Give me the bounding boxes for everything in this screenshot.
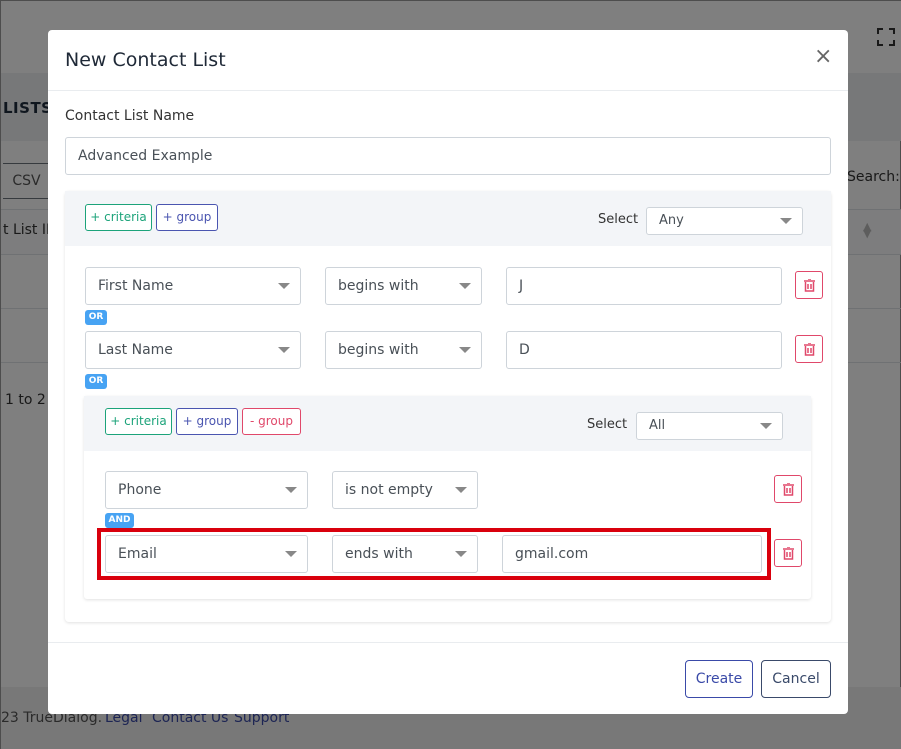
add-group-button[interactable]: + group bbox=[176, 408, 238, 435]
rule-field-select[interactable]: First Name bbox=[85, 267, 301, 305]
delete-rule-button[interactable] bbox=[795, 335, 823, 363]
delete-rule-button[interactable] bbox=[774, 475, 802, 503]
root-match-select-value: Any bbox=[659, 213, 684, 228]
chevron-down-icon bbox=[780, 218, 792, 224]
add-criteria-button[interactable]: + criteria bbox=[85, 204, 152, 231]
rule-field-value: Phone bbox=[118, 482, 162, 498]
or-connector-badge: OR bbox=[85, 310, 107, 325]
modal-footer: Create Cancel bbox=[48, 642, 848, 714]
chevron-down-icon bbox=[278, 283, 290, 289]
root-select-label: Select bbox=[598, 212, 639, 227]
trash-icon bbox=[804, 279, 815, 292]
rule-operator-value: begins with bbox=[338, 342, 419, 358]
modal-header: New Contact List × bbox=[48, 30, 848, 91]
rule-operator-select[interactable]: begins with bbox=[325, 331, 482, 369]
close-icon[interactable]: × bbox=[814, 46, 832, 68]
rule-value-input[interactable]: D bbox=[506, 331, 782, 369]
chevron-down-icon bbox=[455, 487, 467, 493]
add-criteria-button[interactable]: + criteria bbox=[105, 408, 172, 435]
chevron-down-icon bbox=[278, 347, 290, 353]
new-contact-list-modal: New Contact List × Contact List Name Adv… bbox=[48, 30, 848, 714]
trash-icon bbox=[783, 483, 794, 496]
remove-group-button[interactable]: - group bbox=[242, 408, 301, 435]
root-match-select[interactable]: Any bbox=[646, 207, 803, 235]
rule-operator-value: is not empty bbox=[345, 482, 433, 498]
rule-value-input[interactable]: J bbox=[506, 267, 782, 305]
rule-operator-select[interactable]: begins with bbox=[325, 267, 482, 305]
rule-operator-select[interactable]: is not empty bbox=[332, 471, 478, 509]
rule-field-select[interactable]: Phone bbox=[105, 471, 308, 509]
contact-list-name-input[interactable]: Advanced Example bbox=[65, 137, 831, 175]
rule-field-value: Last Name bbox=[98, 342, 173, 358]
sub-select-label: Select bbox=[587, 417, 628, 432]
contact-list-name-label: Contact List Name bbox=[65, 108, 195, 124]
sub-match-select[interactable]: All bbox=[636, 412, 783, 440]
and-connector-badge: AND bbox=[105, 513, 134, 528]
chevron-down-icon bbox=[459, 283, 471, 289]
chevron-down-icon bbox=[459, 347, 471, 353]
trash-icon bbox=[804, 343, 815, 356]
or-connector-badge: OR bbox=[85, 374, 107, 389]
create-button[interactable]: Create bbox=[685, 660, 753, 698]
delete-rule-button[interactable] bbox=[774, 539, 802, 567]
sub-match-select-value: All bbox=[649, 418, 666, 433]
add-group-button[interactable]: + group bbox=[156, 204, 218, 231]
trash-icon bbox=[783, 547, 794, 560]
chevron-down-icon bbox=[285, 487, 297, 493]
modal-title: New Contact List bbox=[65, 49, 226, 71]
delete-rule-button[interactable] bbox=[795, 271, 823, 299]
chevron-down-icon bbox=[760, 423, 772, 429]
cancel-button[interactable]: Cancel bbox=[761, 660, 831, 698]
highlight-box bbox=[97, 528, 771, 580]
rule-operator-value: begins with bbox=[338, 278, 419, 294]
rule-field-value: First Name bbox=[98, 278, 174, 294]
rule-field-select[interactable]: Last Name bbox=[85, 331, 301, 369]
